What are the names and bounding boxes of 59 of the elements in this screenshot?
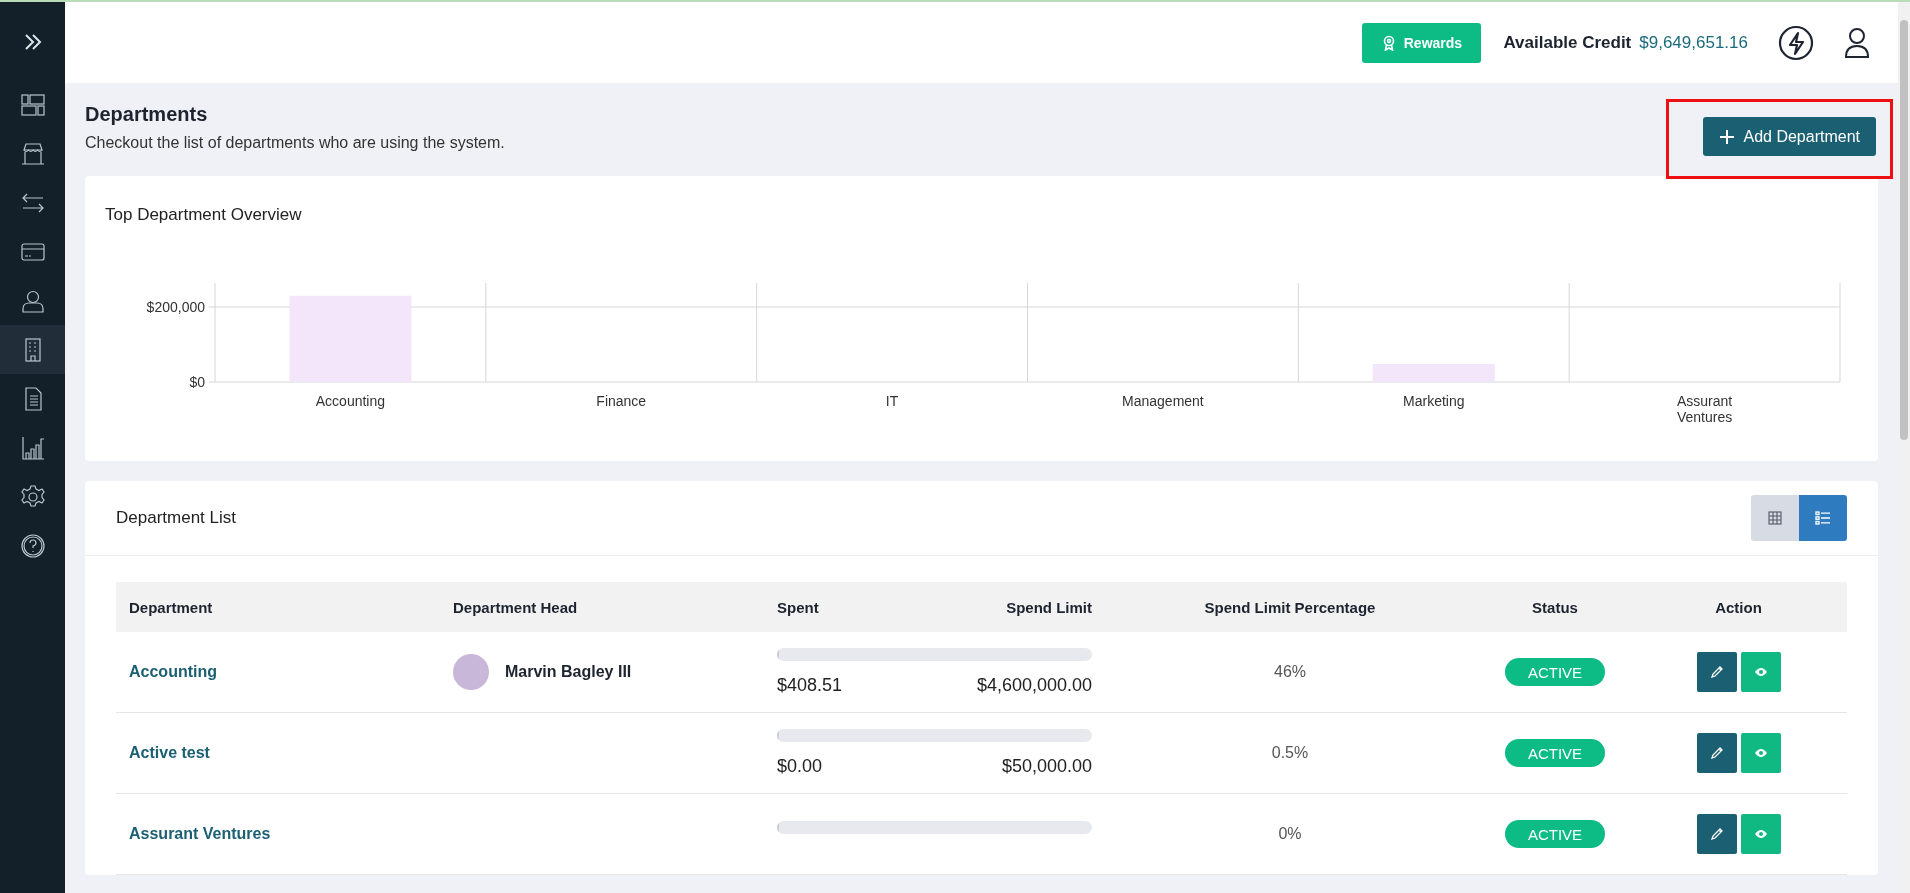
column-header: Action bbox=[1714, 598, 1763, 616]
department-link[interactable]: Assurant Ventures bbox=[129, 825, 271, 843]
sidebar-item[interactable] bbox=[0, 325, 65, 374]
settings-icon[interactable] bbox=[19, 483, 46, 510]
user-icon[interactable] bbox=[1844, 26, 1870, 59]
column-header: Department Head bbox=[452, 598, 579, 616]
x-axis-label: IT bbox=[885, 393, 899, 409]
percentage-text: 46% bbox=[1274, 663, 1306, 681]
x-axis-label: Finance bbox=[596, 393, 647, 409]
page-subtitle: Checkout the list of departments who are using the system. bbox=[85, 134, 505, 152]
edit-button[interactable] bbox=[1696, 652, 1737, 692]
eye-icon bbox=[1753, 667, 1768, 677]
percentage-text: 0.5% bbox=[1271, 744, 1309, 762]
page-title: Departments bbox=[85, 103, 209, 126]
credit-label: Available Credit bbox=[1503, 32, 1632, 53]
dashboard-icon[interactable] bbox=[19, 91, 46, 118]
pencil-icon bbox=[1709, 665, 1724, 679]
spent-amount: $0.00 bbox=[777, 756, 823, 777]
y-axis-label: $0 bbox=[189, 374, 205, 390]
column-header: Spend Limit bbox=[1005, 598, 1093, 616]
x-axis-label: Accounting bbox=[315, 393, 386, 409]
help-icon[interactable] bbox=[19, 532, 46, 559]
status-badge: ACTIVE bbox=[1505, 820, 1605, 848]
column-header: Spend Limit Percentage bbox=[1203, 598, 1377, 616]
x-axis-label: Assurant Ventures bbox=[1676, 393, 1733, 425]
chart-title: Top Department Overview bbox=[104, 204, 303, 225]
column-header: Spent bbox=[776, 598, 820, 616]
plus-icon bbox=[1719, 128, 1736, 145]
department-link[interactable]: Active test bbox=[129, 744, 210, 762]
eye-icon bbox=[1753, 829, 1768, 839]
lightning-icon[interactable] bbox=[1778, 24, 1814, 61]
pencil-icon bbox=[1709, 746, 1724, 760]
edit-button[interactable] bbox=[1696, 733, 1737, 773]
credit-value: $9,649,651.16 bbox=[1639, 32, 1748, 53]
edit-button[interactable] bbox=[1696, 814, 1737, 854]
x-axis-label: Marketing bbox=[1403, 393, 1465, 409]
spend-limit: $50,000.00 bbox=[1001, 756, 1092, 777]
x-axis-label: Management bbox=[1122, 393, 1204, 409]
list-icon bbox=[1815, 511, 1831, 525]
department-link[interactable]: Accounting bbox=[129, 663, 217, 681]
spend-limit: $4,600,000.00 bbox=[976, 675, 1092, 696]
eye-icon bbox=[1753, 748, 1768, 758]
scrollbar[interactable] bbox=[1898, 2, 1910, 893]
column-header: Status bbox=[1531, 598, 1579, 616]
pencil-icon bbox=[1709, 827, 1724, 841]
percentage-text: 0% bbox=[1278, 825, 1302, 843]
list-title: Department List bbox=[116, 508, 236, 528]
column-header: Department bbox=[128, 598, 214, 616]
bar-chart-icon[interactable] bbox=[19, 434, 46, 461]
spent-amount: $408.51 bbox=[777, 675, 843, 696]
grid-icon bbox=[1768, 511, 1782, 525]
department-head: Marvin Bagley III bbox=[505, 663, 632, 681]
store-icon[interactable] bbox=[19, 140, 46, 167]
status-badge: ACTIVE bbox=[1505, 739, 1605, 767]
y-axis-label: $200,000 bbox=[146, 299, 205, 315]
add-department-button[interactable]: Add Department bbox=[1703, 117, 1876, 156]
award-icon bbox=[1381, 34, 1396, 51]
status-badge: ACTIVE bbox=[1505, 658, 1605, 686]
list-view-button[interactable] bbox=[1799, 495, 1847, 541]
